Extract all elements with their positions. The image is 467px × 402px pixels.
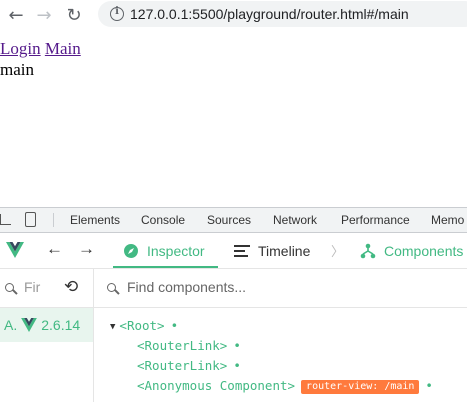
router-view-badge: router-view: /main [301,380,420,394]
tab-components-label: Components [384,242,464,259]
chevron-right-icon: 〉 [331,244,345,259]
vue-devtools-toolbar: ← → Inspector Timeline 〉 Components [0,233,467,269]
tab-network[interactable]: Network [273,208,317,232]
app-search[interactable]: Fir ⟲ [0,269,93,308]
component-name: <RouterLink> [137,358,228,373]
vue-devtools-body: Fir ⟲ A. 2.6.14 Find components... ▼ <Roo… [0,269,467,402]
timeline-icon [234,244,250,257]
app-name: A. [4,317,18,333]
component-tree-icon [360,243,376,258]
components-pane: Find components... ▼ <Root> • <RouterLink>… [94,269,467,402]
tab-inspector-label: Inspector [147,242,205,259]
dot-icon: • [170,318,179,333]
tree-node-routerlink[interactable]: <RouterLink> • [137,356,241,376]
browser-toolbar: ← → ↻ 127.0.0.1:5500/playground/router.h… [0,0,467,30]
tab-components[interactable]: Components [360,233,463,268]
component-search[interactable]: Find components... [94,269,467,308]
dot-icon: • [233,338,241,353]
main-link[interactable]: Main [45,39,81,58]
devtools-panel: Elements Console Sources Network Perform… [0,207,467,402]
forward-arrow-icon[interactable]: → [78,239,95,259]
apps-pane: Fir ⟲ A. 2.6.14 [0,269,94,402]
tab-performance[interactable]: Performance [341,208,410,232]
caret-down-icon[interactable]: ▼ [110,322,115,332]
forward-arrow-icon[interactable]: → [32,0,56,30]
tab-memory[interactable]: Memo [431,208,464,232]
component-name: <Anonymous Component> [137,378,296,393]
back-arrow-icon[interactable]: ← [4,0,28,30]
app-selector-item[interactable]: A. 2.6.14 [0,308,93,342]
url-text[interactable]: 127.0.0.1:5500/playground/router.html#/m… [130,6,409,22]
vue-version: 2.6.14 [41,317,81,333]
component-name: <RouterLink> [137,338,228,353]
dot-icon: • [233,358,241,373]
tab-timeline-label: Timeline [258,242,311,259]
tree-node-root[interactable]: ▼ <Root> • [110,316,178,338]
inspect-element-icon[interactable] [0,214,11,225]
refresh-icon[interactable]: ⟲ [64,277,78,297]
address-bar[interactable]: 127.0.0.1:5500/playground/router.html#/m… [98,1,467,27]
page-content: Login Main main [0,38,81,80]
vue-logo-icon [21,318,38,332]
devtools-tab-bar: Elements Console Sources Network Perform… [0,208,467,233]
back-arrow-icon[interactable]: ← [46,239,63,259]
tree-node-routerlink[interactable]: <RouterLink> • [137,336,241,356]
router-view-content: main [0,60,34,79]
login-link[interactable]: Login [0,39,41,58]
tab-inspector[interactable]: Inspector [123,233,205,268]
site-info-icon[interactable] [110,6,124,21]
component-name: <Root> [119,318,165,333]
reload-icon[interactable]: ↻ [62,0,86,30]
tab-elements[interactable]: Elements [70,208,120,232]
device-toolbar-icon[interactable] [25,212,36,227]
divider [53,213,54,227]
search-icon [5,283,14,292]
tab-timeline[interactable]: Timeline [234,233,310,268]
app-search-placeholder[interactable]: Fir [24,279,40,295]
active-tab-indicator [113,266,218,268]
tree-node-anonymous[interactable]: <Anonymous Component> router-view: /main • [137,376,433,396]
vue-logo-icon [6,242,24,258]
nav-links: Login Main [0,38,81,60]
tab-console[interactable]: Console [141,208,185,232]
dot-icon: • [425,378,433,393]
component-search-placeholder[interactable]: Find components... [127,279,246,295]
tab-sources[interactable]: Sources [207,208,251,232]
search-icon [107,283,116,292]
compass-icon [124,243,138,258]
